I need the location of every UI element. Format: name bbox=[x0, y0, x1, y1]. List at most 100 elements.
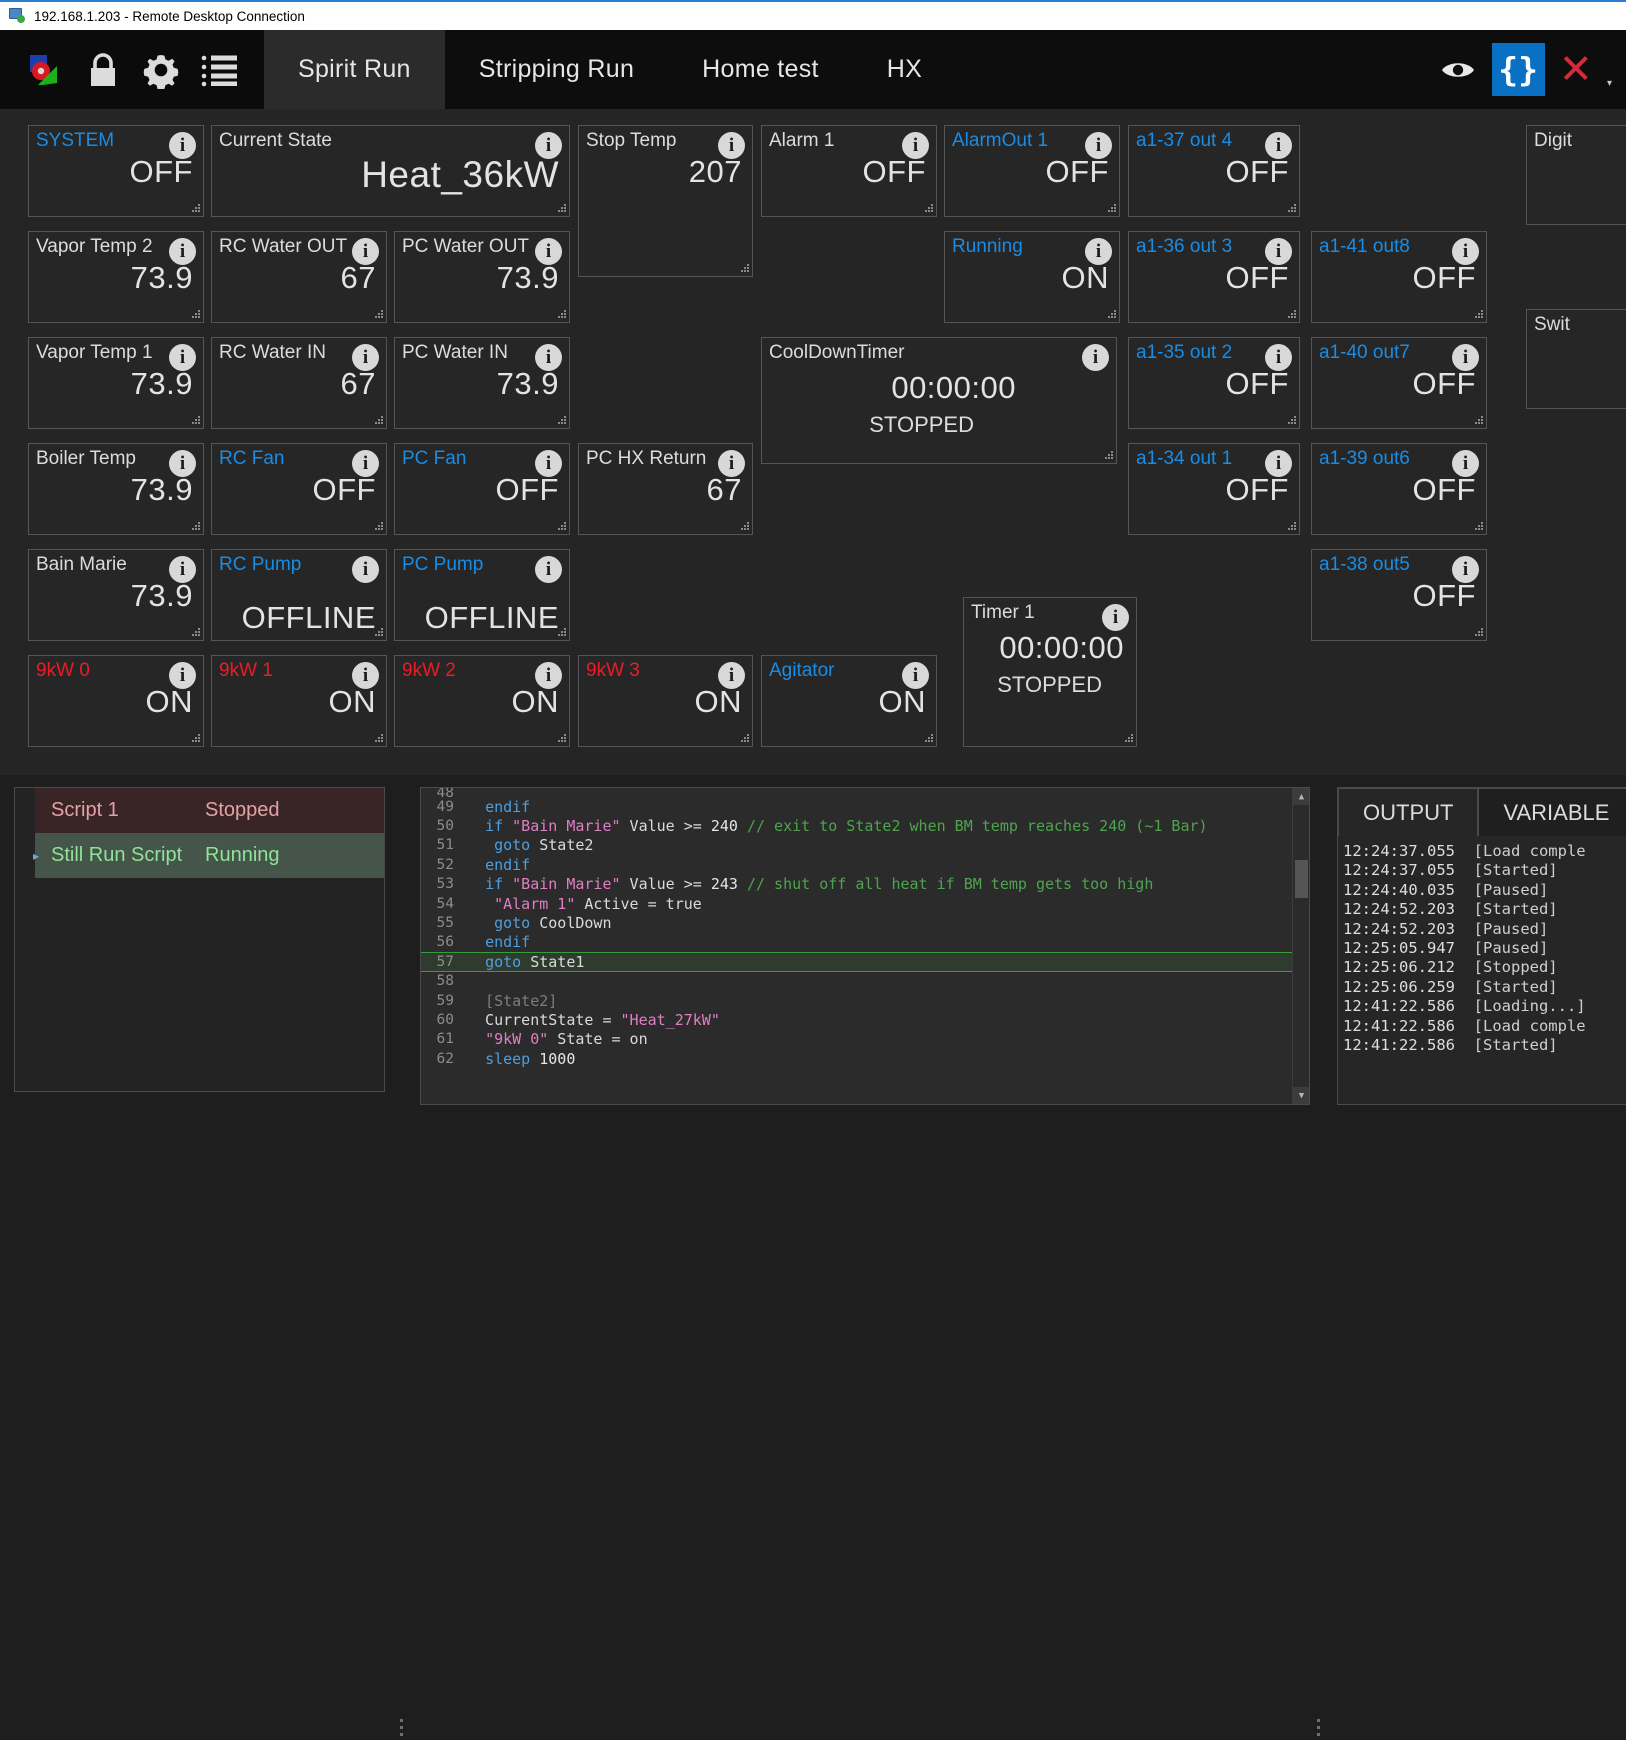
tile-rc-water-in[interactable]: RC Water IN i 67 bbox=[211, 337, 387, 429]
code-line[interactable]: 56 endif bbox=[421, 933, 1309, 952]
resize-grip[interactable] bbox=[1106, 310, 1116, 320]
code-line-active[interactable]: 57 goto State1 bbox=[421, 952, 1309, 972]
tile-rc-pump[interactable]: RC Pump i OFFLINE bbox=[211, 549, 387, 641]
tile-pc-hx-return[interactable]: PC HX Return i 67 bbox=[578, 443, 753, 535]
code-editor[interactable]: 48 49 endif 50 if "Bain Marie" Value >= 24… bbox=[420, 787, 1310, 1105]
scroll-up-arrow[interactable]: ▲ bbox=[1293, 788, 1309, 805]
resize-grip[interactable] bbox=[1286, 204, 1296, 214]
list-icon[interactable] bbox=[198, 49, 240, 91]
tile-stop-temp[interactable]: Stop Temp i 207 bbox=[578, 125, 753, 277]
code-line[interactable]: 48 bbox=[421, 788, 1309, 797]
resize-grip[interactable] bbox=[923, 734, 933, 744]
tab-stripping-run[interactable]: Stripping Run bbox=[445, 30, 668, 109]
resize-grip[interactable] bbox=[373, 416, 383, 426]
resize-grip[interactable] bbox=[190, 734, 200, 744]
tile-pc-water-out[interactable]: PC Water OUT i 73.9 bbox=[394, 231, 570, 323]
close-icon[interactable]: ✕ bbox=[1559, 49, 1593, 90]
resize-grip[interactable] bbox=[190, 310, 200, 320]
resize-grip[interactable] bbox=[556, 734, 566, 744]
resize-grip[interactable] bbox=[556, 628, 566, 638]
tile-system[interactable]: SYSTEM i OFF bbox=[28, 125, 204, 217]
chevron-down-icon[interactable]: ▾ bbox=[1607, 78, 1612, 109]
resize-grip[interactable] bbox=[373, 734, 383, 744]
code-line[interactable]: 53 if "Bain Marie" Value >= 243 // shut … bbox=[421, 875, 1309, 894]
tile-alarmout-1[interactable]: AlarmOut 1 i OFF bbox=[944, 125, 1120, 217]
tab-variables[interactable]: VARIABLE bbox=[1478, 788, 1626, 836]
resize-grip[interactable] bbox=[1103, 451, 1113, 461]
resize-grip[interactable] bbox=[1106, 204, 1116, 214]
tile-vapor-temp-2[interactable]: Vapor Temp 2 i 73.9 bbox=[28, 231, 204, 323]
tile-a1-39-out6[interactable]: a1-39 out6 i OFF bbox=[1311, 443, 1487, 535]
resize-grip[interactable] bbox=[190, 628, 200, 638]
editor-scrollbar[interactable]: ▲ ▼ bbox=[1292, 788, 1309, 1104]
tile-a1-35-out-2[interactable]: a1-35 out 2 i OFF bbox=[1128, 337, 1300, 429]
resize-grip[interactable] bbox=[739, 264, 749, 274]
tile-rc-water-out[interactable]: RC Water OUT i 67 bbox=[211, 231, 387, 323]
lock-icon[interactable] bbox=[82, 49, 124, 91]
code-line[interactable]: 59 [State2] bbox=[421, 991, 1309, 1010]
tile-a1-38-out5[interactable]: a1-38 out5 i OFF bbox=[1311, 549, 1487, 641]
script-row[interactable]: Script 1 Stopped bbox=[35, 788, 384, 833]
code-line[interactable]: 54 "Alarm 1" Active = true bbox=[421, 894, 1309, 913]
tile-9kw-3[interactable]: 9kW 3 i ON bbox=[578, 655, 753, 747]
tile-a1-36-out-3[interactable]: a1-36 out 3 i OFF bbox=[1128, 231, 1300, 323]
code-line[interactable]: 50 if "Bain Marie" Value >= 240 // exit … bbox=[421, 816, 1309, 835]
code-line[interactable]: 55 goto CoolDown bbox=[421, 913, 1309, 932]
resize-grip[interactable] bbox=[556, 522, 566, 532]
eye-icon[interactable] bbox=[1438, 55, 1478, 85]
tab-hx[interactable]: HX bbox=[853, 30, 956, 109]
code-line[interactable]: 62 sleep 1000 bbox=[421, 1049, 1309, 1068]
tab-spirit-run[interactable]: Spirit Run bbox=[264, 30, 445, 109]
info-icon[interactable]: i bbox=[535, 556, 562, 583]
info-icon[interactable]: i bbox=[352, 556, 379, 583]
code-line[interactable]: 49 endif bbox=[421, 797, 1309, 816]
resize-grip[interactable] bbox=[1473, 310, 1483, 320]
app-logo-icon[interactable] bbox=[24, 49, 66, 91]
info-icon[interactable]: i bbox=[1082, 344, 1109, 371]
tile-a1-40-out7[interactable]: a1-40 out7 i OFF bbox=[1311, 337, 1487, 429]
resize-grip[interactable] bbox=[1123, 734, 1133, 744]
resize-grip[interactable] bbox=[739, 734, 749, 744]
script-splitter-handle[interactable] bbox=[400, 1719, 404, 1740]
resize-grip[interactable] bbox=[739, 522, 749, 532]
tile-a1-37-out-4[interactable]: a1-37 out 4 i OFF bbox=[1128, 125, 1300, 217]
tile-current-state[interactable]: Current State i Heat_36kW bbox=[211, 125, 570, 217]
braces-button[interactable]: {} bbox=[1491, 43, 1545, 96]
resize-grip[interactable] bbox=[1286, 310, 1296, 320]
resize-grip[interactable] bbox=[1473, 522, 1483, 532]
tile-rc-fan[interactable]: RC Fan i OFF bbox=[211, 443, 387, 535]
tile-bain-marie[interactable]: Bain Marie i 73.9 bbox=[28, 549, 204, 641]
resize-grip[interactable] bbox=[1286, 416, 1296, 426]
tile-a1-34-out-1[interactable]: a1-34 out 1 i OFF bbox=[1128, 443, 1300, 535]
script-row[interactable]: ▸ Still Run Script Running bbox=[33, 833, 384, 878]
tile-agitator[interactable]: Agitator i ON bbox=[761, 655, 937, 747]
code-line[interactable]: 61 "9kW 0" State = on bbox=[421, 1030, 1309, 1049]
resize-grip[interactable] bbox=[1286, 522, 1296, 532]
tab-output[interactable]: OUTPUT bbox=[1338, 788, 1479, 836]
info-icon[interactable]: i bbox=[1102, 604, 1129, 631]
scrollbar-thumb[interactable] bbox=[1295, 860, 1308, 898]
scroll-down-arrow[interactable]: ▼ bbox=[1293, 1087, 1309, 1104]
resize-grip[interactable] bbox=[373, 522, 383, 532]
resize-grip[interactable] bbox=[190, 204, 200, 214]
resize-grip[interactable] bbox=[556, 310, 566, 320]
tab-home-test[interactable]: Home test bbox=[668, 30, 853, 109]
timer-tile-timer-1[interactable]: Timer 1 i 00:00:00 STOPPED bbox=[963, 597, 1137, 747]
code-line[interactable]: 52 endif bbox=[421, 855, 1309, 874]
code-line[interactable]: 51 goto State2 bbox=[421, 836, 1309, 855]
tile-alarm-1[interactable]: Alarm 1 i OFF bbox=[761, 125, 937, 217]
resize-grip[interactable] bbox=[1473, 416, 1483, 426]
tile-9kw-2[interactable]: 9kW 2 i ON bbox=[394, 655, 570, 747]
tile-a1-41-out8[interactable]: a1-41 out8 i OFF bbox=[1311, 231, 1487, 323]
tile-pc-pump[interactable]: PC Pump i OFFLINE bbox=[394, 549, 570, 641]
resize-grip[interactable] bbox=[1473, 628, 1483, 638]
tile-boiler-temp[interactable]: Boiler Temp i 73.9 bbox=[28, 443, 204, 535]
tile-9kw-0[interactable]: 9kW 0 i ON bbox=[28, 655, 204, 747]
tile-vapor-temp-1[interactable]: Vapor Temp 1 i 73.9 bbox=[28, 337, 204, 429]
tile-swit[interactable]: Swit bbox=[1526, 309, 1626, 409]
gear-icon[interactable] bbox=[140, 49, 182, 91]
tile-running[interactable]: Running i ON bbox=[944, 231, 1120, 323]
code-line[interactable]: 60 CurrentState = "Heat_27kW" bbox=[421, 1010, 1309, 1029]
resize-grip[interactable] bbox=[190, 522, 200, 532]
tile-9kw-1[interactable]: 9kW 1 i ON bbox=[211, 655, 387, 747]
